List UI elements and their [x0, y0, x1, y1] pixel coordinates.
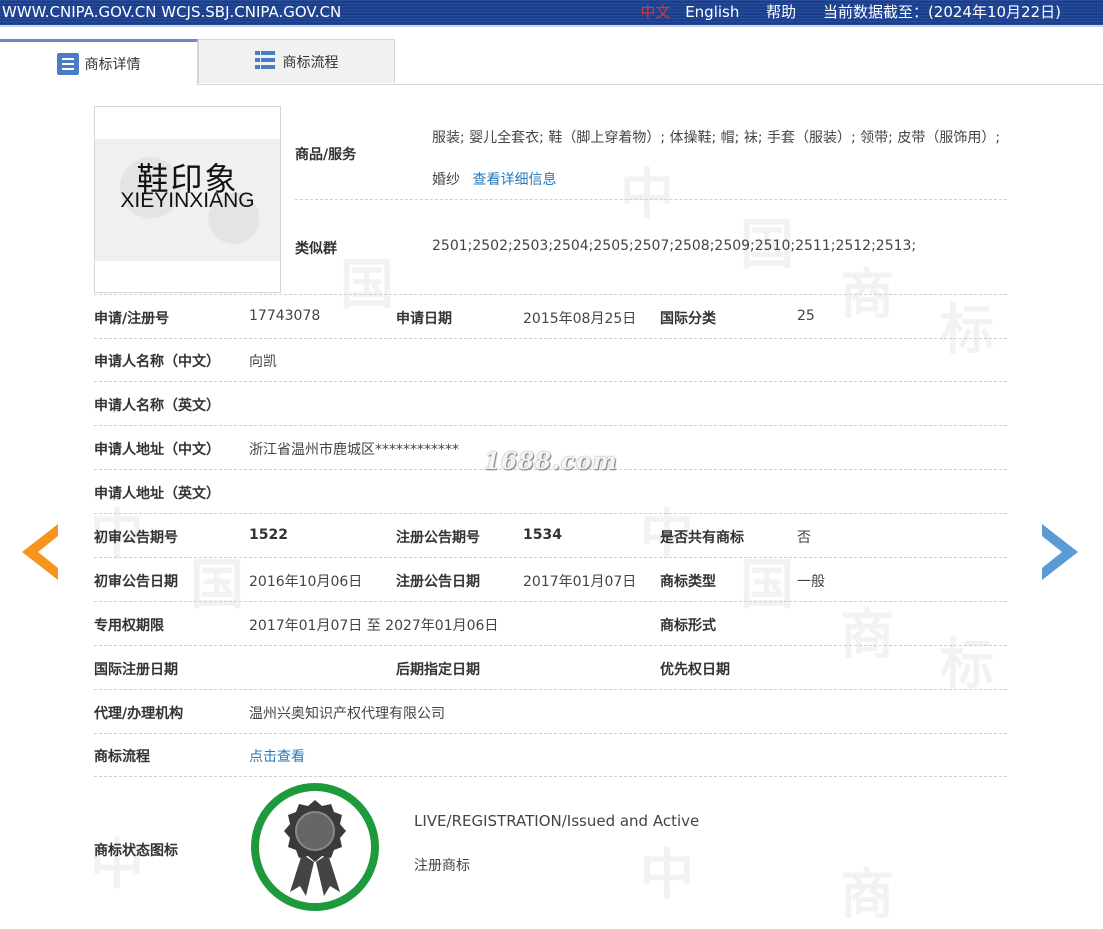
- data-date: 当前数据截至：(2024年10月22日): [822, 3, 1061, 21]
- address-en-label: 申请人地址（英文）: [94, 486, 220, 502]
- agent-value: 温州兴奥知识产权代理有限公司: [249, 706, 445, 722]
- flow-label: 商标流程: [94, 749, 150, 765]
- applicant-cn-label: 申请人名称（中文）: [94, 354, 220, 370]
- watermark-glyph: 商: [840, 263, 894, 326]
- intl-class-value: 25: [797, 308, 815, 324]
- reg-no-label: 申请/注册号: [94, 311, 170, 327]
- tab-trademark-flow[interactable]: 商标流程: [198, 39, 395, 83]
- apply-date-value: 2015年08月25日: [523, 311, 637, 327]
- prelim-date-value: 2016年10月06日: [249, 574, 363, 590]
- tab-trademark-flow-label: 商标流程: [282, 54, 339, 71]
- tab-trademark-detail-label: 商标详情: [84, 56, 141, 73]
- row-divider: [94, 338, 1007, 339]
- prelim-no-label: 初审公告期号: [94, 530, 178, 546]
- watermark-glyph: 国: [740, 553, 794, 616]
- row-divider: [94, 557, 1007, 558]
- similar-group-value: 2501;2502;2503;2504;2505;2507;2508;2509;…: [432, 238, 917, 254]
- goods-detail-link[interactable]: 查看详细信息: [472, 172, 556, 188]
- trademark-logo-en: XIEYINXIANG: [120, 189, 255, 212]
- help-link[interactable]: 帮助: [766, 3, 796, 21]
- intl-class-label: 国际分类: [660, 311, 716, 327]
- reg-pub-no-value: 1534: [523, 527, 562, 543]
- watermark-1688: 1688.com: [484, 448, 618, 475]
- reg-pub-date-label: 注册公告日期: [396, 574, 480, 590]
- agent-label: 代理/办理机构: [94, 706, 184, 722]
- tab-trademark-detail[interactable]: 商标详情: [0, 39, 198, 85]
- trademark-image: 鞋印象 XIEYINXIANG: [94, 106, 281, 293]
- shared-value: 否: [797, 530, 811, 546]
- intl-reg-date-label: 国际注册日期: [94, 662, 178, 678]
- previous-arrow-icon[interactable]: [22, 524, 58, 580]
- watermark-glyph: 国: [340, 253, 394, 316]
- row-divider: [94, 776, 1007, 777]
- priority-date-label: 优先权日期: [660, 662, 730, 678]
- top-bar: WWW.CNIPA.GOV.CN WCJS.SBJ.CNIPA.GOV.CN 中…: [0, 0, 1103, 27]
- row-divider: [94, 733, 1007, 734]
- reg-pub-date-value: 2017年01月07日: [523, 574, 637, 590]
- goods-label: 商品/服务: [295, 147, 357, 163]
- goods-value-block: 服装; 婴儿全套衣; 鞋（脚上穿着物）; 体操鞋; 帽; 袜; 手套（服装）; …: [432, 117, 1010, 201]
- apply-date-label: 申请日期: [396, 311, 452, 327]
- watermark-glyph: 中: [640, 843, 694, 906]
- status-en: LIVE/REGISTRATION/Issued and Active: [414, 812, 700, 830]
- site-urls[interactable]: WWW.CNIPA.GOV.CN WCJS.SBJ.CNIPA.GOV.CN: [2, 0, 341, 25]
- row-divider: [94, 425, 1007, 426]
- flow-view-link[interactable]: 点击查看: [249, 746, 305, 766]
- row-divider: [94, 689, 1007, 690]
- row-divider: [295, 199, 1007, 200]
- applicant-cn-value: 向凯: [249, 354, 277, 370]
- later-date-label: 后期指定日期: [396, 662, 480, 678]
- reg-no-value: 17743078: [249, 308, 321, 324]
- address-cn-label: 申请人地址（中文）: [94, 442, 220, 458]
- prelim-no-value: 1522: [249, 527, 288, 543]
- status-cn: 注册商标: [414, 858, 470, 874]
- term-label: 专用权期限: [94, 618, 164, 634]
- prelim-date-label: 初审公告日期: [94, 574, 178, 590]
- watermark-glyph: 标: [940, 633, 994, 696]
- watermark-glyph: 国: [190, 553, 244, 616]
- lang-english-link[interactable]: English: [685, 3, 739, 21]
- row-divider: [94, 601, 1007, 602]
- similar-group-label: 类似群: [295, 241, 337, 257]
- row-divider: [94, 381, 1007, 382]
- row-divider: [94, 513, 1007, 514]
- row-divider: [94, 645, 1007, 646]
- watermark-glyph: 标: [940, 298, 994, 361]
- term-value: 2017年01月07日 至 2027年01月06日: [249, 618, 499, 634]
- address-cn-value: 浙江省温州市鹿城区************: [249, 442, 459, 458]
- next-arrow-icon[interactable]: [1042, 524, 1078, 580]
- watermark-glyph: 商: [840, 863, 894, 926]
- lang-chinese-link[interactable]: 中文: [640, 3, 670, 21]
- trademark-type-label: 商标类型: [660, 574, 716, 590]
- shared-label: 是否共有商标: [660, 530, 744, 546]
- row-divider: [94, 294, 1007, 295]
- trademark-form-label: 商标形式: [660, 618, 716, 634]
- registered-seal-icon: [251, 783, 379, 911]
- tab-bar: 商标详情 商标流程: [0, 39, 1103, 85]
- trademark-type-value: 一般: [797, 574, 825, 590]
- status-icon-label: 商标状态图标: [94, 843, 178, 859]
- document-list-icon: [56, 52, 79, 75]
- top-bar-right: 中文 English 帮助 当前数据截至：(2024年10月22日): [640, 0, 1061, 25]
- reg-pub-no-label: 注册公告期号: [396, 530, 480, 546]
- list-icon: [254, 50, 277, 73]
- applicant-en-label: 申请人名称（英文）: [94, 398, 220, 414]
